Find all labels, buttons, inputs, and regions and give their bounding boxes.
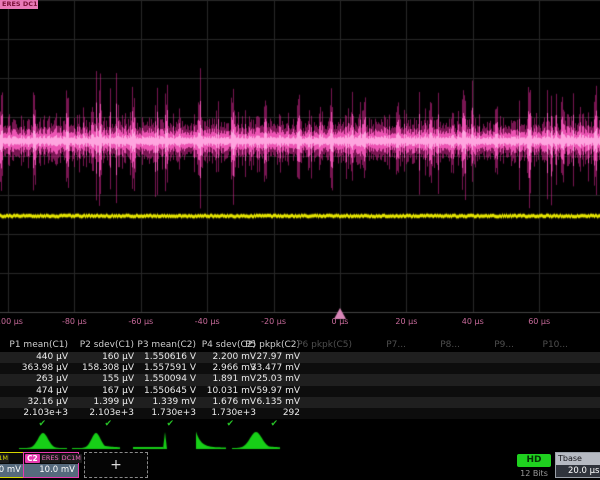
axis-tick-label: 20 µs	[395, 317, 417, 326]
measure-cell: 59.97 mV	[234, 386, 300, 397]
tbase-value: 20.0 µs	[556, 465, 600, 478]
channel-descriptor-c2[interactable]: C2 ERES DC1M 10.0 mV	[23, 452, 79, 478]
measure-header-p1[interactable]: P1 mean(C1)	[2, 340, 68, 351]
axis-tick-label: 0 µs	[332, 317, 349, 326]
plus-icon: +	[110, 457, 122, 473]
measure-cell: 1.730e+3	[130, 408, 196, 419]
axis-tick-label: -100 µs	[0, 317, 23, 326]
measure-cell: 440 µV	[2, 352, 68, 363]
axis-tick-label: -20 µs	[261, 317, 286, 326]
measure-cell: 2.103e+3	[68, 408, 134, 419]
measure-cell: 167 µV	[68, 386, 134, 397]
measure-cell: 158.308 µV	[68, 363, 134, 374]
tbase-label: Tbase	[556, 453, 600, 465]
measure-cell: 6.135 mV	[234, 397, 300, 408]
oscilloscope-screen: ERES DC1M -100 µs -80 µs -60 µs -40 µs -20 µ…	[0, 0, 600, 480]
measure-header-p2[interactable]: P2 sdev(C1)	[68, 340, 134, 351]
axis-tick-label: 60 µs	[528, 317, 550, 326]
measure-cell: 155 µV	[68, 374, 134, 385]
measure-cell: 1.557591 V	[130, 363, 196, 374]
add-trace-button[interactable]: +	[84, 452, 148, 478]
measure-cell: 2.103e+3	[2, 408, 68, 419]
axis-tick-label: -40 µs	[195, 317, 220, 326]
waveform-canvas[interactable]	[0, 0, 600, 320]
c2-eres-tag: ERES	[41, 454, 60, 463]
measure-cell: 292	[234, 408, 300, 419]
hd-mode-badge[interactable]: HD	[517, 454, 551, 467]
measure-status-check: ✔	[234, 419, 278, 430]
measure-cell: 33.477 mV	[234, 363, 300, 374]
measure-cell: 160 µV	[68, 352, 134, 363]
bottom-bar: C1 DC1M 50.0 mV C2 ERES DC1M 10.0 mV + H…	[0, 452, 600, 480]
measure-cell: 1.339 mV	[130, 397, 196, 408]
measure-cell: 1.550094 V	[130, 374, 196, 385]
c1-coupling-tag: DC1M	[0, 454, 9, 463]
measurement-table: P1 mean(C1)P2 sdev(C1)P3 mean(C2)P4 sdev…	[0, 336, 600, 430]
measure-cell: 27.97 mV	[234, 352, 300, 363]
measure-cell: 363.98 µV	[2, 363, 68, 374]
histicon-row	[0, 430, 600, 452]
channel-descriptor-c1[interactable]: C1 DC1M 50.0 mV	[0, 452, 25, 478]
c2-coupling-tag: DC1M	[61, 454, 82, 463]
measure-cell: 474 µV	[2, 386, 68, 397]
c2-scale-value: 10.0 mV	[24, 464, 78, 477]
axis-tick-label: -80 µs	[62, 317, 87, 326]
timebase-descriptor[interactable]: Tbase 20.0 µs	[555, 452, 600, 478]
measure-cell: 1.550645 V	[130, 386, 196, 397]
c1-scale-value: 50.0 mV	[0, 464, 24, 477]
trace-annotation-badge: ERES DC1M	[0, 0, 38, 9]
timebase-axis: -100 µs -80 µs -60 µs -40 µs -20 µs 0 µs 20 µs…	[0, 313, 600, 336]
measure-cell: 263 µV	[2, 374, 68, 385]
measure-cell: 32.16 µV	[2, 397, 68, 408]
measure-cell: 25.03 mV	[234, 374, 300, 385]
measure-cell: 1.550616 V	[130, 352, 196, 363]
measure-status-check: ✔	[2, 419, 46, 430]
axis-tick-label: -60 µs	[128, 317, 153, 326]
measure-header-p11[interactable]: P11	[556, 340, 600, 351]
histicons-canvas	[0, 430, 600, 452]
measure-cell: 1.399 µV	[68, 397, 134, 408]
measure-status-check: ✔	[68, 419, 112, 430]
waveform-display[interactable]: ERES DC1M	[0, 0, 600, 320]
measure-header-p3[interactable]: P3 mean(C2)	[130, 340, 196, 351]
c2-badge: C2	[25, 454, 40, 463]
measure-status-check: ✔	[190, 419, 234, 430]
hd-bits-label: 12 Bits	[515, 469, 553, 478]
axis-tick-label: 40 µs	[462, 317, 484, 326]
measure-status-check: ✔	[130, 419, 174, 430]
